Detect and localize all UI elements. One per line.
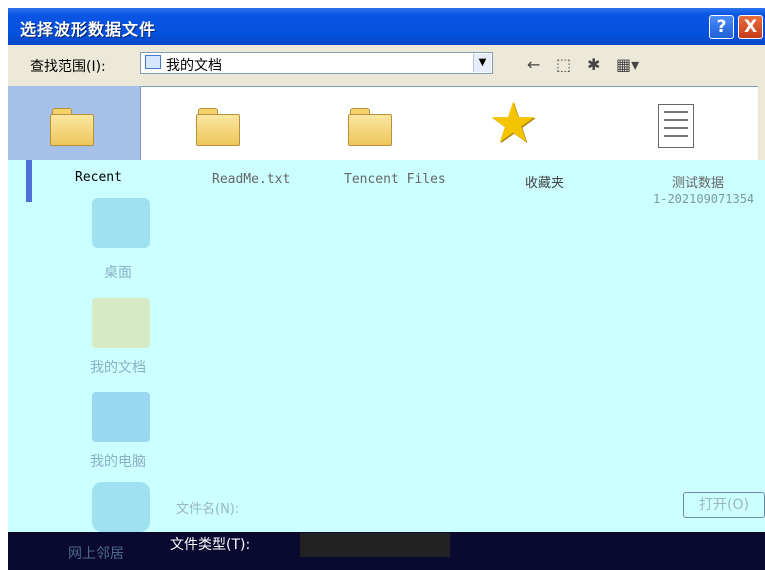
file-label-data[interactable]: 测试数据 (672, 172, 724, 191)
my-computer-icon[interactable] (92, 392, 150, 442)
filetype-select[interactable] (300, 533, 450, 557)
folder-icon[interactable] (196, 108, 240, 146)
lookin-label: 查找范围(I): (30, 59, 106, 75)
lookin-combobox[interactable]: 我的文档 ▼ (140, 52, 493, 74)
lookin-value: 我的文档 (166, 58, 222, 74)
place-desktop-label[interactable]: 桌面 (104, 262, 132, 282)
place-docs-label[interactable]: 我的文档 (90, 357, 146, 377)
star-icon[interactable]: ★ (488, 96, 538, 152)
views-menu-icon[interactable]: ▦▾ (616, 55, 639, 74)
folder-icon[interactable] (348, 108, 392, 146)
document-icon[interactable] (658, 104, 694, 148)
up-folder-icon[interactable]: ⬚ (556, 55, 571, 74)
place-recent-label[interactable]: Recent (75, 170, 122, 185)
file-label-favorites[interactable]: 收藏夹 (525, 172, 564, 191)
file-sub-label: 1-202109071354 (653, 192, 755, 206)
help-button[interactable]: ? (709, 15, 734, 39)
new-folder-icon[interactable]: ✱ (587, 55, 600, 74)
my-documents-icon[interactable] (92, 298, 150, 348)
back-arrow-icon[interactable]: ← (527, 55, 540, 74)
filetype-label: 文件类型(T): (170, 537, 251, 553)
desktop-icon[interactable] (92, 198, 150, 248)
close-button[interactable]: X (738, 15, 763, 39)
file-label-tencent[interactable]: Tencent Files (344, 172, 446, 187)
file-label-readme[interactable]: ReadMe.txt (212, 172, 290, 187)
network-icon[interactable] (92, 482, 150, 532)
drive-icon (145, 55, 161, 69)
title-bar: 选择波形数据文件 ? X (8, 8, 765, 45)
selection-bar (26, 160, 32, 202)
screen-edge (0, 0, 8, 570)
dialog-title: 选择波形数据文件 (20, 20, 157, 39)
folder-icon[interactable] (50, 108, 94, 146)
open-button[interactable]: 打开(O) (683, 492, 765, 518)
chevron-down-icon[interactable]: ▼ (473, 54, 491, 72)
place-network-label[interactable]: 网上邻居 (68, 543, 124, 563)
place-pc-label[interactable]: 我的电脑 (90, 451, 146, 471)
filename-label: 文件名(N): (176, 502, 240, 517)
